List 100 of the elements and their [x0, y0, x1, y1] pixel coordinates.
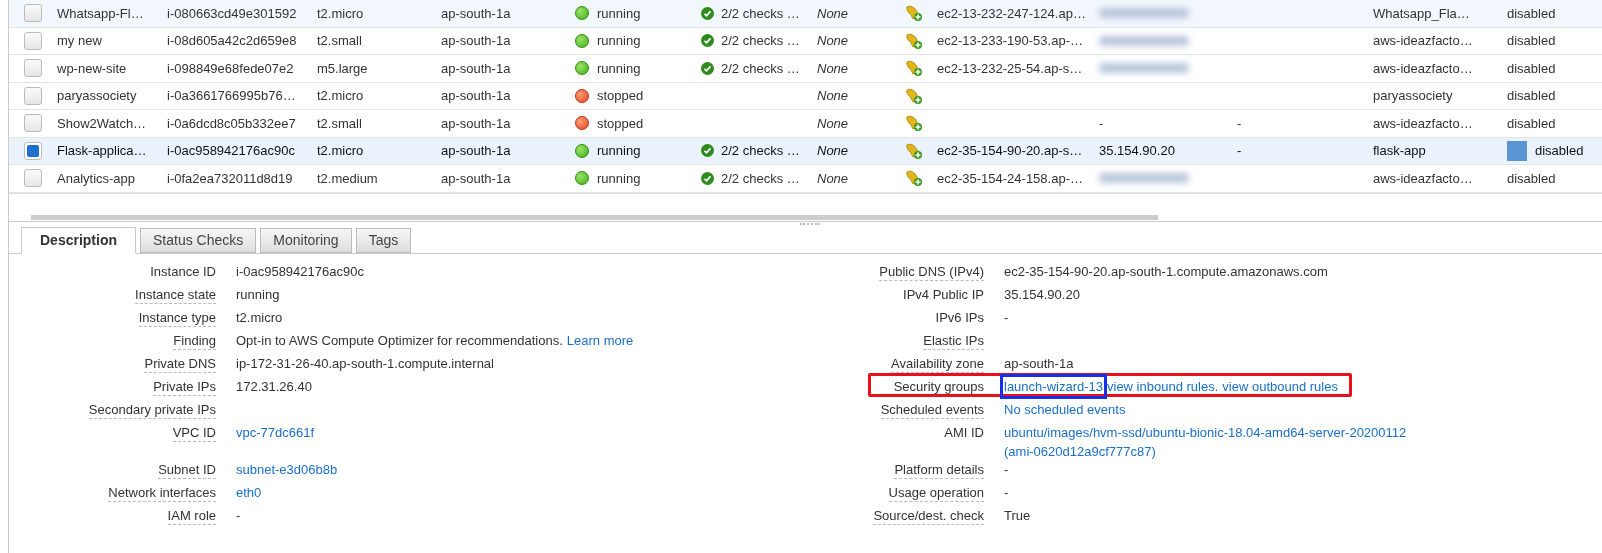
field-label: Private DNS [144, 354, 216, 373]
bell-plus-icon[interactable] [905, 59, 923, 78]
bell-plus-icon[interactable] [905, 31, 923, 50]
field-label: Platform details [894, 460, 984, 479]
checkbox[interactable] [24, 86, 42, 105]
table-cell: ap-south-1a [441, 33, 511, 48]
field-value: 172.31.26.40 [236, 377, 312, 395]
scrollbar[interactable] [31, 214, 1158, 220]
checkbox[interactable] [24, 4, 42, 23]
field-label: Instance ID [150, 262, 216, 280]
check-icon [701, 61, 714, 75]
resize-handle-icon[interactable] [799, 222, 820, 227]
table-cell: None [817, 170, 849, 186]
checkbox[interactable] [24, 114, 42, 133]
field-label: VPC ID [172, 423, 216, 442]
table-cell-text: disabled [1507, 4, 1556, 23]
table-cell-text: running [597, 32, 641, 50]
field-label: Availability zone [891, 354, 984, 373]
field-value: ip-172-31-26-40.ap-south-1.compute.internal [236, 354, 494, 372]
table-cell: aws-ideazfacto… [1373, 115, 1473, 131]
field-value: - [1004, 460, 1009, 478]
table-cell: aws-ideazfacto… [1373, 170, 1473, 186]
field-value: i-0ac958942176ac90c [236, 262, 364, 280]
link[interactable]: ubuntu/images/hvm-ssd/ubuntu-bionic-18.04-amd64-server-20200112 [1004, 423, 1407, 441]
link[interactable]: view outbound rules [1222, 377, 1338, 395]
tab[interactable]: Description [21, 226, 136, 254]
checkbox[interactable] [24, 141, 42, 160]
bell-plus-icon[interactable] [905, 4, 923, 23]
bell-plus-icon[interactable] [905, 141, 923, 160]
color-swatch [1507, 140, 1527, 161]
table-cell: Analytics-app [57, 170, 136, 186]
table-cell: t2.micro [317, 143, 364, 158]
table-cell: - [1237, 115, 1242, 131]
table-row[interactable]: Flask-applica… i-0ac958942176ac90c t2.micro ap-south-1a running 2/2 checks … None ec2-35-154-90-20.ap-s… 35.154.90.20 - flask-app disabled [9, 137, 1602, 165]
table-cell: ec2-35-154-90-20.ap-s… [937, 143, 1083, 158]
field-label: Source/dest. check [873, 506, 984, 525]
table-cell: paryassociety [1373, 88, 1453, 103]
table-cell-text: disabled [1507, 87, 1556, 105]
table-cell: ap-south-1a [441, 115, 511, 131]
bell-plus-icon[interactable] [905, 114, 923, 133]
field-label: Secondary private IPs [88, 400, 216, 419]
link[interactable]: view inbound rules. [1107, 377, 1219, 395]
table-cell-text: running [597, 4, 641, 23]
link[interactable]: subnet-e3d06b8b [236, 460, 338, 478]
table-cell: None [817, 33, 849, 48]
table-cell: ec2-13-232-25-54.ap-s… [937, 60, 1083, 76]
table-cell: i-080663cd49e301592 [167, 5, 297, 21]
table-cell: m5.large [317, 60, 368, 76]
field-value: t2.micro [236, 308, 283, 326]
table-cell: Whatsapp_Fla… [1373, 5, 1470, 21]
bell-plus-icon[interactable] [905, 86, 923, 105]
field-value: True [1004, 506, 1031, 524]
checkbox[interactable] [24, 59, 42, 78]
field-value: 35.154.90.20 [1004, 285, 1080, 303]
table-row[interactable]: Whatsapp-Fl… i-080663cd49e301592 t2.micro ap-south-1a running 2/2 checks … None ec2-13-232-247-124.ap… Whatsapp_Fla… disabled [9, 0, 1602, 28]
field-value: ec2-35-154-90-20.ap-south-1.compute.amazonaws.com [1004, 262, 1328, 280]
field-label: Subnet ID [158, 460, 216, 479]
table-cell: paryassociety [57, 88, 137, 103]
table-cell: None [817, 88, 849, 103]
table-cell: flask-app [1373, 143, 1426, 158]
field-value: - [236, 506, 241, 524]
tab[interactable]: Tags [355, 227, 412, 253]
table-cell: i-0a6dcd8c05b332ee7 [167, 115, 296, 131]
tab[interactable]: Status Checks [140, 227, 257, 253]
field-label: IPv4 Public IP [903, 285, 984, 303]
bell-plus-icon[interactable] [905, 169, 923, 188]
table-cell-text: 2/2 checks … [721, 4, 800, 23]
link[interactable]: vpc-77dc661f [236, 423, 315, 441]
field-label: Public DNS (IPv4) [879, 262, 984, 281]
checkbox[interactable] [24, 31, 42, 50]
field-value: Opt-in to AWS Compute Optimizer for recommendations. [236, 331, 563, 349]
table-cell: None [817, 143, 849, 158]
field-label: Private IPs [153, 377, 216, 396]
field-label: IAM role [167, 506, 216, 525]
table-cell-text: disabled [1507, 32, 1556, 50]
field-value: - [1004, 483, 1009, 501]
check-icon [701, 144, 714, 158]
check-icon [701, 34, 714, 48]
link[interactable]: (ami-0620d12a9cf777c87) [1004, 442, 1156, 460]
link[interactable]: No scheduled events [1004, 400, 1126, 418]
checkbox[interactable] [24, 169, 42, 188]
table-cell-text: 2/2 checks … [721, 142, 800, 160]
table-cell: ap-south-1a [441, 5, 511, 21]
table-cell: - [1237, 143, 1242, 158]
table-cell: t2.micro [317, 5, 364, 21]
table-cell-text: disabled [1507, 169, 1556, 188]
field-label: Network interfaces [108, 483, 216, 502]
table-cell: aws-ideazfacto… [1373, 33, 1473, 48]
tab[interactable]: Monitoring [260, 227, 352, 253]
field-label: IPv6 IPs [935, 308, 984, 326]
table-cell: ap-south-1a [441, 170, 511, 186]
table-cell: i-0a3661766995b76… [167, 88, 296, 103]
table-cell: None [817, 115, 849, 131]
table-cell: t2.micro [317, 88, 364, 103]
field-label: Instance type [138, 308, 216, 327]
field-label: Scheduled events [880, 400, 984, 419]
table-cell-text: disabled [1535, 142, 1584, 160]
table-cell: 35.154.90.20 [1099, 143, 1175, 158]
link[interactable]: Learn more [566, 331, 634, 349]
link[interactable]: eth0 [236, 483, 262, 501]
